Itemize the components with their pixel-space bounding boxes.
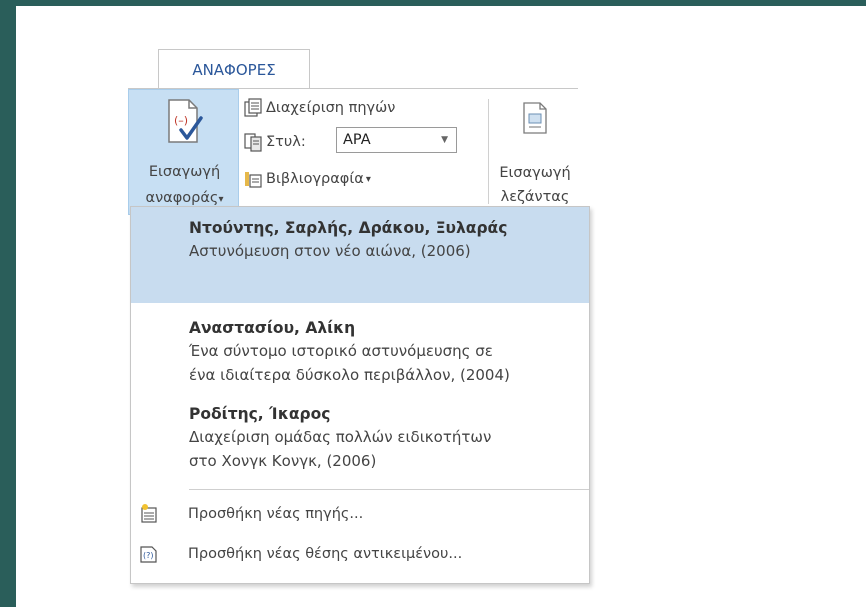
add-source-icon [141, 504, 157, 523]
source-author: Ντούντης, Σαρλής, Δράκου, Ξυλαράς [189, 219, 508, 237]
dropdown-arrow-icon: ▼ [441, 135, 448, 145]
menu-divider [189, 489, 589, 490]
svg-text:(–): (–) [174, 114, 188, 127]
insert-caption-button[interactable]: Εισαγωγή λεζάντας [496, 89, 574, 215]
insert-citation-label-2: αναφοράς▾ [129, 190, 240, 206]
add-placeholder-icon: (?) [140, 546, 157, 563]
citation-commands-group: Διαχείριση πηγών Στυλ: APA ▼ Βιβλιογραφί… [243, 91, 478, 211]
chevron-down-icon: ▾ [218, 194, 224, 205]
chevron-down-icon: ▾ [365, 173, 371, 185]
manage-sources-label: Διαχείριση πηγών [266, 100, 396, 116]
source-title: Αστυνόμευση στον νέο αιώνα, (2006) [189, 242, 471, 260]
source-title-line: Διαχείριση ομάδας πολλών ειδικοτήτων [189, 428, 492, 446]
style-label: Στυλ: [266, 134, 306, 150]
add-new-source-label: Προσθήκη νέας πηγής... [188, 506, 364, 522]
source-title-line: στο Χονγκ Κονγκ, (2006) [189, 452, 377, 470]
bibliography-label: Βιβλιογραφία [266, 171, 364, 187]
bibliography-icon [245, 172, 262, 188]
insert-citation-button[interactable]: (–) Εισαγωγή αναφοράς▾ [128, 89, 239, 215]
ribbon-panel: (–) Εισαγωγή αναφοράς▾ Διαχείριση πηγών [128, 88, 578, 215]
source-author: Ροδίτης, Ίκαρος [189, 405, 331, 423]
source-title-line: Ένα σύντομο ιστορικό αστυνόμευσης σε [189, 342, 493, 360]
insert-caption-icon [523, 102, 547, 134]
insert-citation-icon: (–) [168, 99, 203, 143]
add-placeholder-button[interactable]: (?) Προσθήκη νέας θέσης αντικειμένου... [131, 537, 589, 571]
ribbon-group-separator [488, 99, 489, 204]
manage-sources-icon [244, 98, 262, 117]
insert-caption-label-1: Εισαγωγή [499, 165, 571, 181]
insert-caption-label-2: λεζάντας [500, 189, 570, 205]
slide-background-left [0, 0, 16, 607]
style-control: Στυλ: APA ▼ [243, 127, 457, 155]
source-author: Αναστασίου, Αλίκη [189, 319, 356, 337]
style-select[interactable]: APA ▼ [336, 127, 457, 153]
style-icon [244, 133, 262, 152]
add-new-source-button[interactable]: Προσθήκη νέας πηγής... [131, 497, 589, 531]
source-item[interactable]: Αναστασίου, Αλίκη Ένα σύντομο ιστορικό α… [131, 311, 589, 399]
style-select-value: APA [343, 132, 371, 148]
tab-references[interactable]: ΑΝΑΦΟΡΕΣ [158, 49, 310, 89]
slide-canvas: ΑΝΑΦΟΡΕΣ (–) Εισαγωγή αναφοράς▾ Διαχείρι… [16, 6, 866, 607]
insert-citation-label-2-text: αναφοράς [145, 190, 219, 206]
add-placeholder-label: Προσθήκη νέας θέσης αντικειμένου... [188, 546, 463, 562]
svg-text:(?): (?) [143, 551, 154, 560]
citation-dropdown-menu: Ντούντης, Σαρλής, Δράκου, Ξυλαράς Αστυνό… [130, 206, 590, 584]
source-title-line: ένα ιδιαίτερα δύσκολο περιβάλλον, (2004) [189, 366, 510, 384]
manage-sources-button[interactable]: Διαχείριση πηγών [243, 95, 395, 121]
insert-citation-label-1: Εισαγωγή [148, 164, 221, 180]
source-item[interactable]: Ροδίτης, Ίκαρος Διαχείριση ομάδας πολλών… [131, 399, 589, 483]
source-item[interactable]: Ντούντης, Σαρλής, Δράκου, Ξυλαράς Αστυνό… [131, 207, 589, 303]
bibliography-button[interactable]: Βιβλιογραφία ▾ [243, 166, 371, 192]
